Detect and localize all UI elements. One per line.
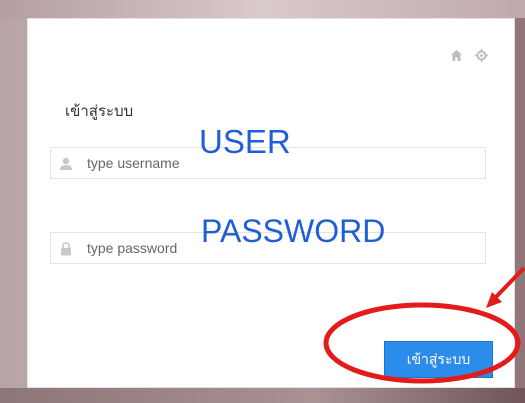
login-panel: เข้าสู่ระบบ เข้าสู่ระบบ <box>27 18 515 388</box>
login-button[interactable]: เข้าสู่ระบบ <box>384 341 493 378</box>
home-icon[interactable] <box>450 49 463 65</box>
gear-icon[interactable] <box>475 49 488 65</box>
login-title: เข้าสู่ระบบ <box>65 103 134 120</box>
top-icon-bar <box>450 49 488 65</box>
user-icon <box>60 156 72 170</box>
annotation-user-label: USER <box>199 123 291 160</box>
annotation-password-label: PASSWORD <box>201 213 386 249</box>
background-frame-bottom <box>0 388 525 403</box>
lock-icon <box>60 241 72 256</box>
background-frame-top <box>0 0 525 18</box>
